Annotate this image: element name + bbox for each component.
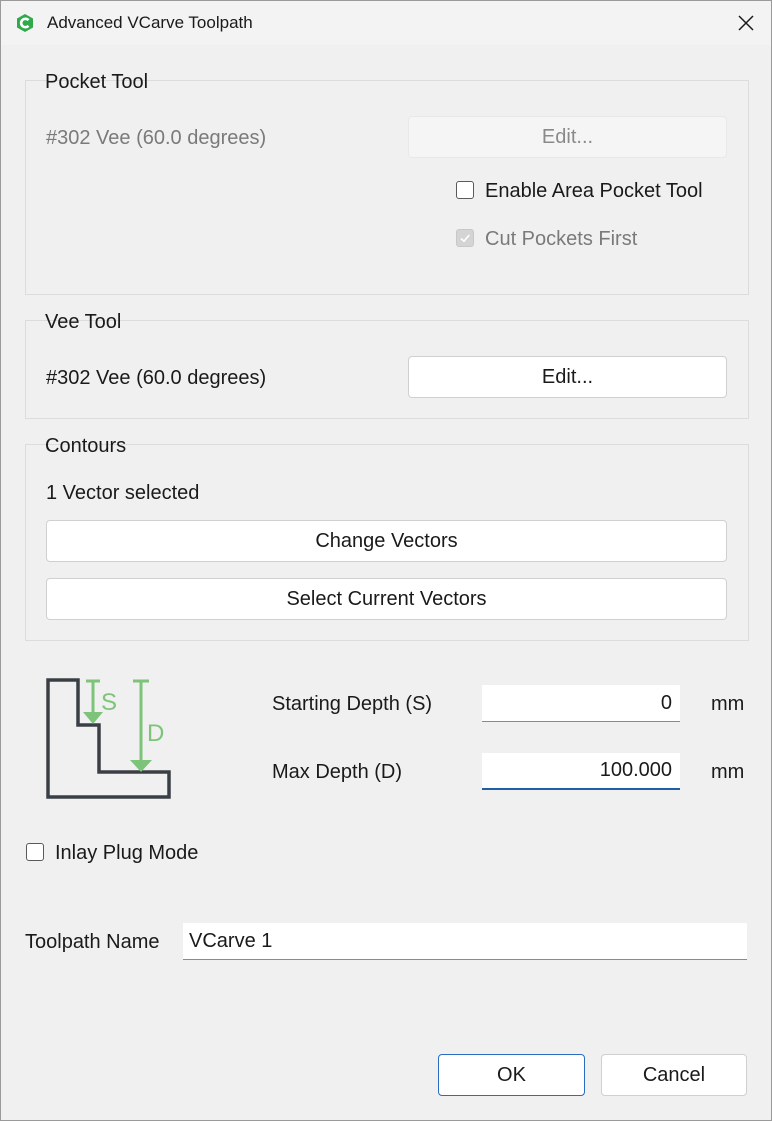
change-vectors-button[interactable]: Change Vectors bbox=[46, 520, 727, 562]
max-depth-unit: mm bbox=[711, 761, 745, 783]
inlay-plug-mode-checkbox[interactable] bbox=[26, 843, 44, 861]
toolpath-name-label: Toolpath Name bbox=[25, 931, 160, 953]
vee-tool-title: Vee Tool bbox=[45, 311, 122, 333]
pocket-tool-title: Pocket Tool bbox=[45, 71, 149, 93]
diagram-d-label: D bbox=[147, 720, 164, 747]
cancel-button[interactable]: Cancel bbox=[601, 1054, 747, 1096]
starting-depth-input[interactable]: 0 bbox=[482, 685, 680, 722]
enable-area-pocket-checkbox[interactable] bbox=[456, 181, 474, 199]
vector-selection-status: 1 Vector selected bbox=[46, 482, 200, 504]
inlay-plug-mode-label: Inlay Plug Mode bbox=[55, 842, 199, 864]
contours-title: Contours bbox=[45, 435, 127, 457]
toolpath-name-input[interactable]: VCarve 1 bbox=[183, 923, 747, 960]
starting-depth-label: Starting Depth (S) bbox=[272, 693, 433, 715]
cut-pockets-first-checkbox[interactable] bbox=[456, 229, 474, 247]
cut-pockets-first-label: Cut Pockets First bbox=[485, 228, 638, 250]
title-bar: Advanced VCarve Toolpath bbox=[1, 1, 771, 45]
close-button[interactable] bbox=[721, 1, 771, 45]
dialog-window: Advanced VCarve Toolpath Pocket Tool #30… bbox=[0, 0, 772, 1121]
ok-button[interactable]: OK bbox=[438, 1054, 585, 1096]
select-current-vectors-button[interactable]: Select Current Vectors bbox=[46, 578, 727, 620]
depth-diagram: S D bbox=[46, 678, 171, 799]
close-icon bbox=[738, 15, 754, 31]
enable-area-pocket-label: Enable Area Pocket Tool bbox=[485, 180, 703, 202]
max-depth-input[interactable]: 100.000 bbox=[482, 753, 680, 790]
vee-tool-edit-button[interactable]: Edit... bbox=[408, 356, 727, 398]
window-title: Advanced VCarve Toolpath bbox=[47, 13, 253, 32]
starting-depth-arrow-icon bbox=[83, 679, 103, 724]
pocket-tool-edit-button[interactable]: Edit... bbox=[408, 116, 727, 158]
starting-depth-unit: mm bbox=[711, 693, 745, 715]
checkmark-icon bbox=[460, 234, 470, 243]
diagram-s-label: S bbox=[101, 689, 117, 716]
vee-tool-name: #302 Vee (60.0 degrees) bbox=[46, 367, 267, 389]
vcarve-app-icon bbox=[17, 14, 33, 32]
max-depth-label: Max Depth (D) bbox=[272, 761, 403, 783]
pocket-tool-name: #302 Vee (60.0 degrees) bbox=[46, 127, 267, 149]
